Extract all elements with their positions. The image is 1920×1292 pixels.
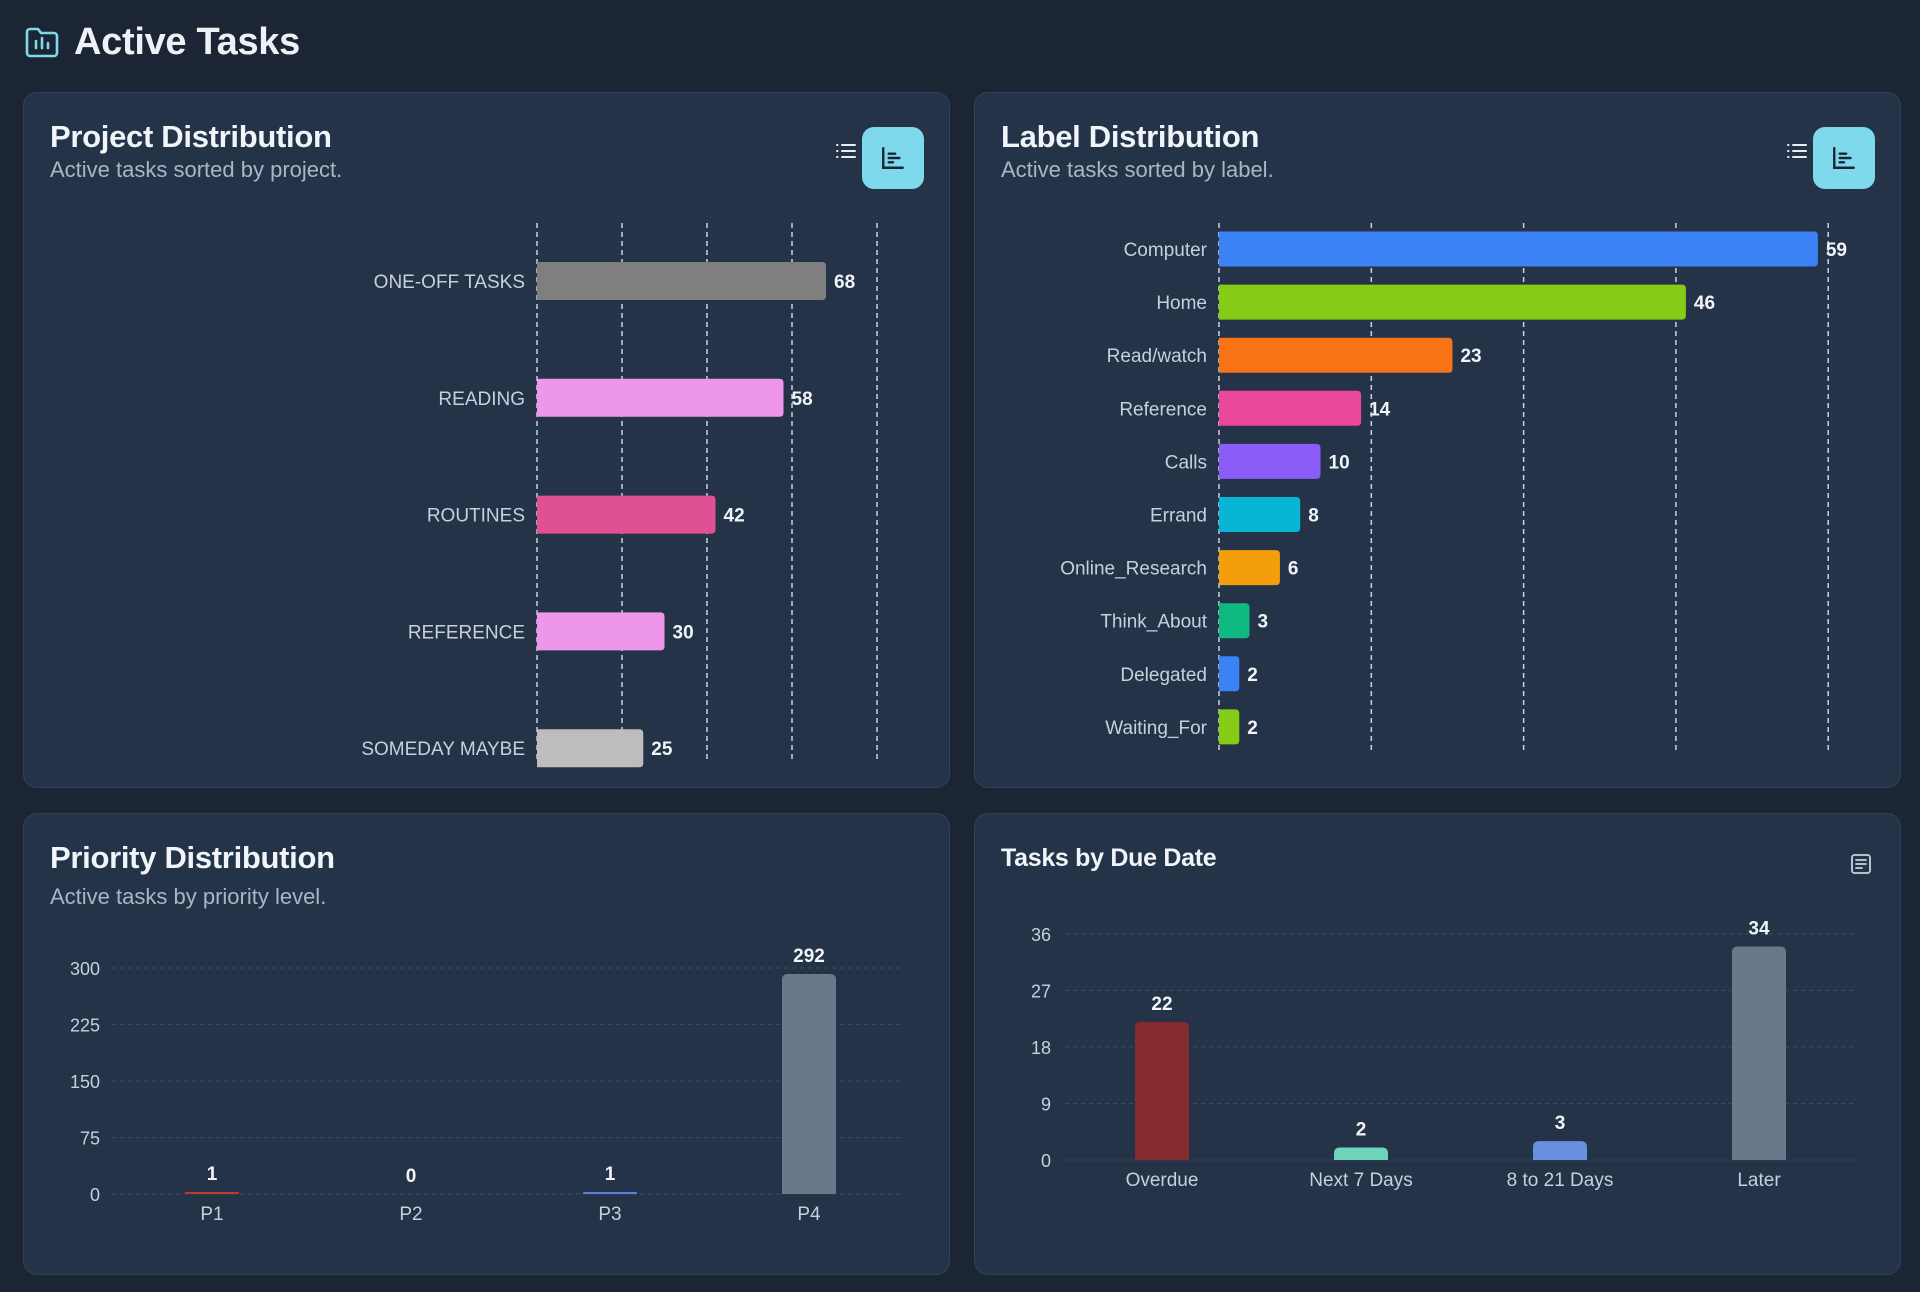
category-label: Read/watch — [1107, 346, 1207, 367]
data-label: 30 — [673, 622, 694, 643]
y-tick-label: 18 — [1031, 1038, 1051, 1058]
bar — [185, 1192, 239, 1194]
data-label: 0 — [406, 1166, 417, 1187]
category-label: Later — [1737, 1170, 1781, 1191]
category-label: Overdue — [1126, 1170, 1199, 1191]
category-label: P1 — [200, 1204, 223, 1225]
due-date-bar-chart: 0 9 18 27 36 22 Overdue 2 Next 7 Days 3 8 to 21 Da… — [1031, 919, 1855, 1191]
data-label: 22 — [1151, 994, 1172, 1015]
data-label: 42 — [724, 506, 745, 527]
project-bar-chart: ONE-OFF TASKS 68 READING 58 ROUTINES 42 REFERE… — [361, 223, 878, 768]
y-tick-label: 36 — [1031, 925, 1051, 945]
data-label: 3 — [1555, 1113, 1566, 1134]
priority-distribution-card: Priority Distribution Active tasks by pr… — [23, 813, 950, 1275]
category-label: P2 — [399, 1204, 422, 1225]
bar — [1334, 1147, 1388, 1160]
data-label: 58 — [792, 389, 813, 410]
data-label: 8 — [1308, 506, 1319, 527]
category-label: REFERENCE — [408, 622, 525, 643]
y-tick-label: 150 — [70, 1072, 100, 1092]
label-distribution-card: Label Distribution Active tasks sorted b… — [974, 92, 1901, 788]
category-label: Think_About — [1100, 612, 1207, 633]
bar — [1219, 390, 1362, 426]
category-label: SOMEDAY MAYBE — [361, 739, 525, 760]
bar — [537, 612, 665, 651]
bar — [1219, 231, 1818, 267]
data-label: 2 — [1247, 718, 1258, 739]
bar — [583, 1192, 637, 1194]
category-label: Online_Research — [1060, 559, 1207, 580]
data-label: 292 — [793, 946, 825, 967]
category-label: ONE-OFF TASKS — [374, 272, 525, 293]
page-header: Active Tasks — [24, 18, 300, 66]
category-label: Computer — [1124, 240, 1208, 261]
data-label: 6 — [1288, 559, 1299, 580]
bar — [537, 729, 644, 768]
y-tick-label: 300 — [70, 959, 100, 979]
bar — [1219, 497, 1301, 532]
data-label: 25 — [651, 739, 673, 760]
data-label: 3 — [1257, 612, 1268, 633]
data-label: 59 — [1826, 240, 1847, 261]
due-date-card: Tasks by Due Date 0 9 18 27 36 22 Overdue 2 Next… — [974, 813, 1901, 1275]
priority-bar-chart: 0 75 150 225 300 1 P1 0 P2 1 P3 292 P4 — [70, 946, 904, 1225]
bar — [1219, 443, 1321, 479]
category-label: P3 — [598, 1204, 621, 1225]
bar — [537, 378, 784, 417]
category-label: Delegated — [1120, 665, 1207, 686]
bar — [1219, 709, 1240, 745]
y-tick-label: 27 — [1031, 982, 1051, 1002]
data-label: 1 — [207, 1164, 218, 1185]
data-label: 2 — [1356, 1119, 1367, 1140]
category-label: Calls — [1165, 452, 1207, 473]
category-label: P4 — [797, 1204, 821, 1225]
data-label: 68 — [834, 272, 855, 293]
bar — [1219, 603, 1250, 639]
label-bar-chart: Computer 59Home 46Read/watch 23Reference 14C… — [1060, 223, 1847, 753]
y-tick-label: 0 — [90, 1185, 100, 1205]
y-tick-label: 0 — [1041, 1151, 1051, 1171]
data-label: 34 — [1748, 919, 1770, 940]
bar — [1219, 284, 1686, 320]
y-tick-label: 225 — [70, 1016, 100, 1036]
bar — [782, 974, 836, 1194]
category-label: ROUTINES — [427, 506, 525, 527]
bar — [1219, 337, 1453, 373]
folder-chart-icon — [25, 27, 59, 58]
page-title: Active Tasks — [74, 20, 300, 63]
bar — [537, 262, 826, 300]
data-label: 14 — [1369, 399, 1391, 420]
bar — [537, 495, 716, 534]
category-label: READING — [438, 389, 525, 410]
bar — [1219, 550, 1280, 586]
data-label: 2 — [1247, 665, 1258, 686]
data-label: 23 — [1460, 346, 1481, 367]
project-distribution-card: Project Distribution Active tasks sorted… — [23, 92, 950, 788]
category-label: Reference — [1119, 399, 1207, 420]
data-label: 10 — [1329, 452, 1350, 473]
category-label: Next 7 Days — [1309, 1170, 1412, 1191]
category-label: Waiting_For — [1105, 718, 1207, 739]
bar — [1219, 656, 1240, 692]
bar — [1732, 946, 1786, 1160]
y-tick-label: 9 — [1041, 1095, 1051, 1115]
category-label: Errand — [1150, 506, 1207, 527]
category-label: Home — [1156, 293, 1207, 314]
y-tick-label: 75 — [80, 1129, 100, 1149]
data-label: 46 — [1694, 293, 1715, 314]
bar — [1135, 1021, 1189, 1160]
data-label: 1 — [605, 1164, 616, 1185]
category-label: 8 to 21 Days — [1507, 1170, 1614, 1191]
bar — [1533, 1141, 1587, 1160]
